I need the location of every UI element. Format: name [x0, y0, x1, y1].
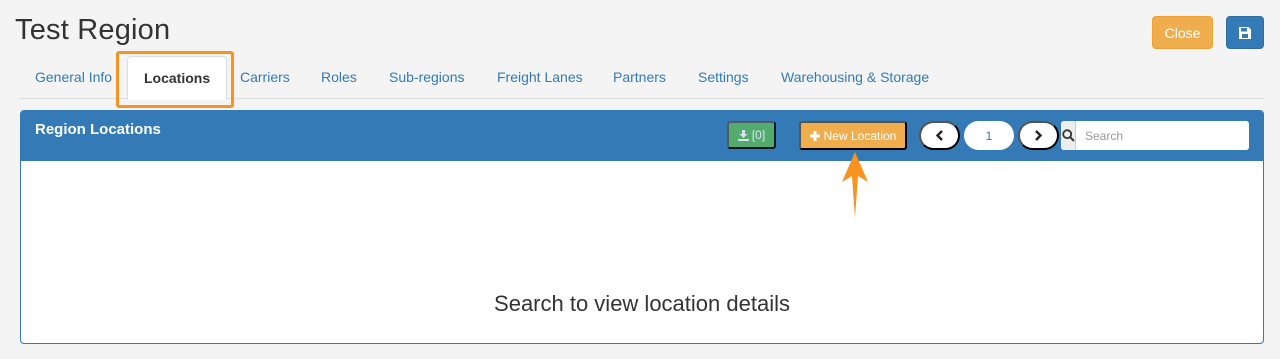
search-addon[interactable]	[1061, 121, 1076, 150]
prev-page-button[interactable]	[919, 121, 960, 150]
chevron-right-icon	[1035, 130, 1043, 141]
download-icon	[737, 129, 749, 141]
plus-icon	[809, 130, 820, 141]
page-title: Test Region	[15, 14, 171, 46]
panel-heading: Region Locations [0] New Location 1	[21, 111, 1263, 161]
tab-settings[interactable]: Settings	[698, 56, 749, 99]
tab-partners[interactable]: Partners	[613, 56, 666, 99]
floppy-disk-icon	[1239, 26, 1251, 39]
tab-freight-lanes[interactable]: Freight Lanes	[497, 56, 583, 99]
tab-roles[interactable]: Roles	[321, 56, 357, 99]
search-group	[1061, 121, 1249, 150]
tab-locations[interactable]: Locations	[127, 56, 228, 100]
search-icon	[1061, 129, 1075, 142]
empty-state-message: Search to view location details	[494, 291, 790, 316]
new-location-button[interactable]: New Location	[799, 121, 907, 150]
next-page-button[interactable]	[1018, 121, 1059, 150]
tab-warehousing-storage[interactable]: Warehousing & Storage	[781, 56, 929, 99]
new-location-label: New Location	[823, 128, 897, 143]
tab-carriers[interactable]: Carriers	[240, 56, 290, 99]
export-count: [0]	[751, 128, 766, 142]
tab-bar: General Info Locations Carriers Roles Su…	[20, 56, 1264, 100]
search-input[interactable]	[1076, 121, 1249, 150]
tab-sub-regions[interactable]: Sub-regions	[389, 56, 465, 99]
tab-general-info[interactable]: General Info	[35, 56, 112, 99]
export-button[interactable]: [0]	[727, 121, 776, 149]
save-button[interactable]	[1226, 16, 1264, 49]
chevron-left-icon	[935, 130, 943, 141]
page-number[interactable]: 1	[964, 121, 1014, 150]
annotation-arrow-up-icon	[842, 152, 868, 218]
close-button[interactable]: Close	[1152, 16, 1213, 49]
region-locations-panel: Region Locations [0] New Location 1 Sear…	[20, 110, 1264, 344]
panel-title: Region Locations	[35, 121, 161, 138]
